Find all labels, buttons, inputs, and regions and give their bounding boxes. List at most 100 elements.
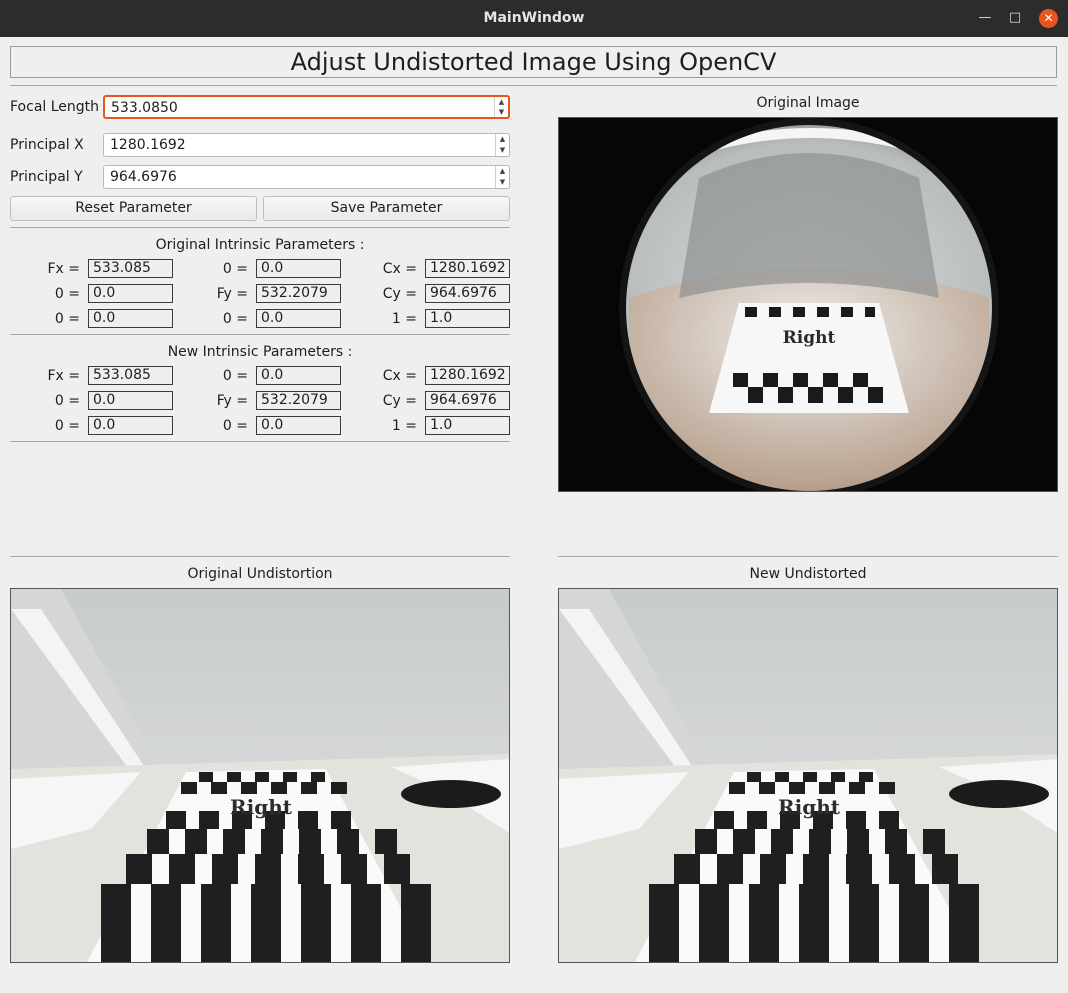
matrix-value-field: 0.0 bbox=[88, 309, 173, 328]
board-label: Right bbox=[778, 795, 841, 819]
new-intrinsic-title: New Intrinsic Parameters : bbox=[167, 344, 353, 360]
checker-square bbox=[714, 811, 734, 829]
matrix-value-field: 0.0 bbox=[256, 416, 341, 435]
section-divider bbox=[10, 334, 510, 335]
checker-square bbox=[759, 782, 775, 794]
checker-square bbox=[147, 829, 169, 854]
matrix-label: 0 = bbox=[54, 311, 80, 327]
checker-square bbox=[799, 884, 829, 962]
matrix-value-field: 1.0 bbox=[425, 416, 510, 435]
checker-square bbox=[899, 884, 929, 962]
checker-square bbox=[211, 782, 227, 794]
matrix-label: 0 = bbox=[222, 261, 248, 277]
checker-square bbox=[261, 829, 283, 854]
checker-square bbox=[199, 811, 219, 829]
checker-square bbox=[283, 772, 297, 782]
matrix-label: 0 = bbox=[222, 311, 248, 327]
focal-length-spinbox[interactable]: 533.0850 ▲ ▼ bbox=[103, 95, 510, 119]
window-title: MainWindow bbox=[483, 10, 585, 26]
matrix-value-field: 533.085 bbox=[88, 259, 173, 278]
chevron-up-icon[interactable]: ▲ bbox=[496, 166, 509, 177]
chevron-up-icon[interactable]: ▲ bbox=[495, 97, 508, 107]
matrix-value-field: 533.085 bbox=[88, 366, 173, 385]
chevron-up-icon[interactable]: ▲ bbox=[496, 134, 509, 145]
matrix-label: 0 = bbox=[54, 286, 80, 302]
principal-x-value[interactable]: 1280.1692 bbox=[110, 137, 186, 153]
undistorted-image: Right bbox=[11, 589, 509, 962]
section-divider bbox=[10, 227, 510, 228]
principal-x-stepper[interactable]: ▲ ▼ bbox=[495, 134, 509, 156]
matrix-value-field: 0.0 bbox=[256, 259, 341, 278]
checker-square bbox=[301, 782, 317, 794]
checker-square bbox=[375, 829, 397, 854]
checker-square bbox=[729, 782, 745, 794]
matrix-label: Fy = bbox=[216, 286, 248, 302]
checker-square bbox=[789, 782, 805, 794]
chevron-down-icon[interactable]: ▼ bbox=[496, 145, 509, 156]
focal-length-stepper[interactable]: ▲ ▼ bbox=[494, 97, 508, 117]
checker-square bbox=[311, 772, 325, 782]
checker-square bbox=[849, 884, 879, 962]
matrix-value-field: 0.0 bbox=[88, 416, 173, 435]
undistorted-image: Right bbox=[559, 589, 1057, 962]
section-divider bbox=[10, 556, 510, 557]
checker-square bbox=[803, 854, 829, 884]
checker-square bbox=[181, 782, 197, 794]
checker-square bbox=[747, 811, 767, 829]
checker-square bbox=[695, 829, 717, 854]
chevron-down-icon[interactable]: ▼ bbox=[496, 177, 509, 188]
checker-square bbox=[401, 884, 431, 962]
checker-square bbox=[185, 829, 207, 854]
matrix-value-field: 1.0 bbox=[425, 309, 510, 328]
original-image-board-text: Right bbox=[783, 328, 836, 348]
matrix-label: 0 = bbox=[54, 393, 80, 409]
matrix-value-field: 1280.1692 bbox=[425, 366, 510, 385]
maximize-icon[interactable]: □ bbox=[1006, 9, 1024, 27]
principal-y-stepper[interactable]: ▲ ▼ bbox=[495, 166, 509, 188]
checker-square bbox=[819, 782, 835, 794]
matrix-label: 0 = bbox=[54, 418, 80, 434]
checker-square bbox=[331, 811, 351, 829]
reset-parameter-button[interactable]: Reset Parameter bbox=[10, 196, 257, 221]
original-image-view: Right bbox=[558, 117, 1058, 492]
save-parameter-button[interactable]: Save Parameter bbox=[263, 196, 510, 221]
fisheye-image: Right bbox=[559, 118, 1057, 491]
checker-square bbox=[201, 884, 231, 962]
checker-square bbox=[351, 884, 381, 962]
checker-square bbox=[241, 782, 257, 794]
matrix-value-field: 0.0 bbox=[88, 391, 173, 410]
checker-square bbox=[223, 829, 245, 854]
new-undistorted-view: Right bbox=[558, 588, 1058, 963]
checker-square bbox=[301, 884, 331, 962]
matrix-value-field: 0.0 bbox=[256, 309, 341, 328]
section-divider bbox=[10, 441, 510, 442]
checker-square bbox=[859, 772, 873, 782]
close-icon[interactable]: ✕ bbox=[1039, 9, 1058, 28]
checker-square bbox=[831, 772, 845, 782]
checker-square bbox=[809, 829, 831, 854]
checker-square bbox=[699, 884, 729, 962]
new-undistorted-title: New Undistorted bbox=[749, 566, 867, 582]
checker-square bbox=[879, 811, 899, 829]
checker-square bbox=[733, 829, 755, 854]
checker-square bbox=[717, 854, 743, 884]
checker-square bbox=[889, 854, 915, 884]
chevron-down-icon[interactable]: ▼ bbox=[495, 107, 508, 117]
matrix-value-field: 964.6976 bbox=[425, 284, 510, 303]
checker-square bbox=[126, 854, 152, 884]
page-title: Adjust Undistorted Image Using OpenCV bbox=[10, 46, 1057, 78]
principal-x-spinbox[interactable]: 1280.1692 ▲ ▼ bbox=[103, 133, 510, 157]
checker-square bbox=[847, 829, 869, 854]
principal-y-label: Principal Y bbox=[10, 169, 83, 185]
checker-square bbox=[849, 782, 865, 794]
minimize-icon[interactable]: — bbox=[976, 9, 994, 27]
focal-length-value[interactable]: 533.0850 bbox=[111, 100, 178, 116]
original-undistortion-title: Original Undistortion bbox=[187, 566, 333, 582]
checker-square bbox=[923, 829, 945, 854]
principal-y-value[interactable]: 964.6976 bbox=[110, 169, 177, 185]
checker-square bbox=[384, 854, 410, 884]
matrix-label: Cy = bbox=[382, 393, 417, 409]
matrix-value-field: 532.2079 bbox=[256, 391, 341, 410]
matrix-value-field: 0.0 bbox=[256, 366, 341, 385]
principal-y-spinbox[interactable]: 964.6976 ▲ ▼ bbox=[103, 165, 510, 189]
